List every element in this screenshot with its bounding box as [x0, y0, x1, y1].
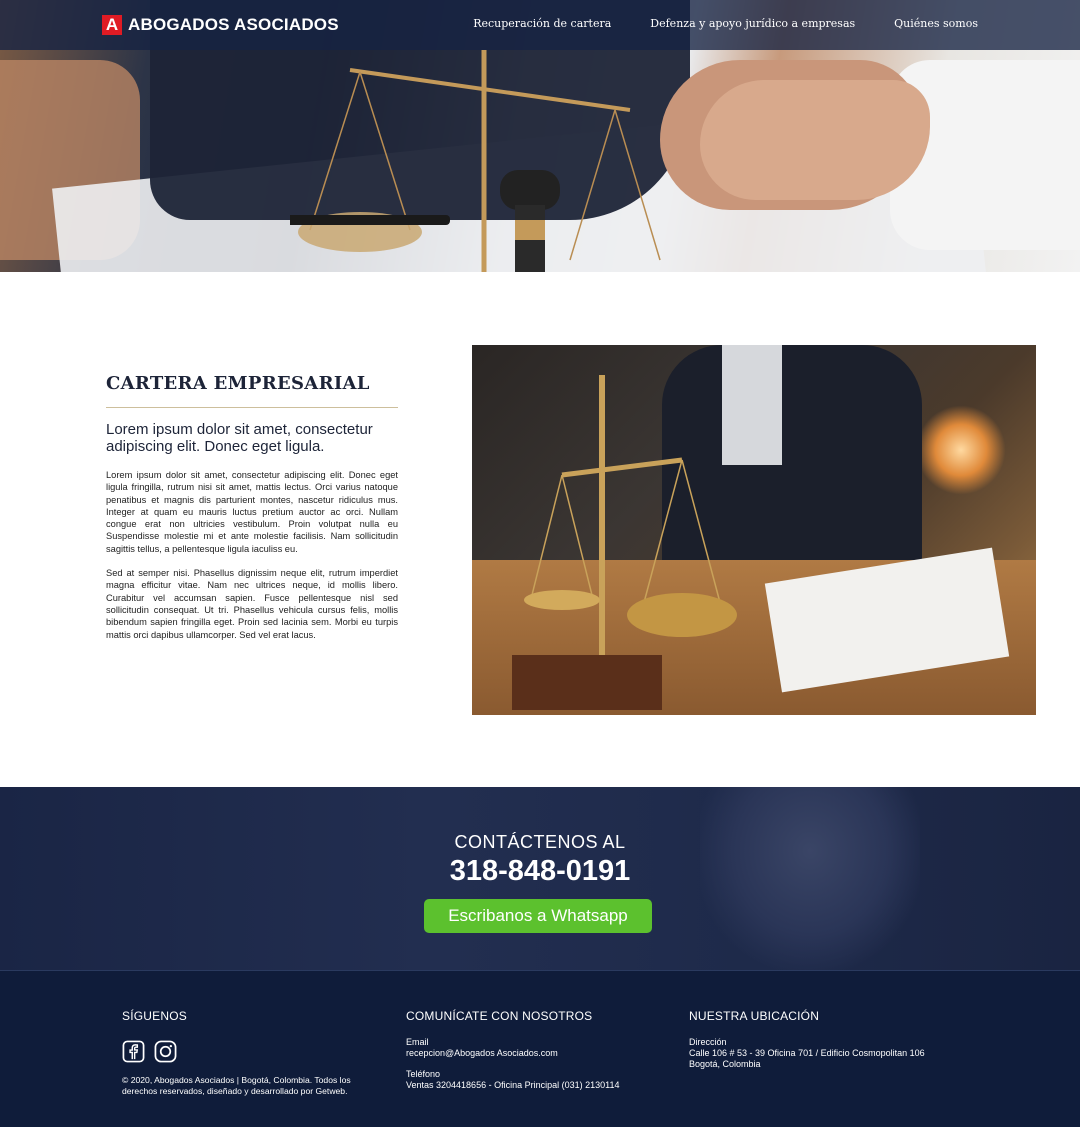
footer-contact-title: COMUNÍCATE CON NOSOTROS [406, 1009, 593, 1023]
main-text-section: CARTERA EMPRESARIAL Lorem ipsum dolor si… [106, 373, 398, 641]
hero-hand-decor [700, 80, 930, 200]
lawyer-writing-image [472, 345, 1036, 715]
facebook-icon[interactable] [122, 1040, 145, 1063]
contact-banner: CONTÁCTENOS AL 318-848-0191 Escribanos a… [0, 787, 1080, 970]
copyright-text: © 2020, Abogados Asociados | Bogotá, Col… [122, 1075, 351, 1096]
instagram-icon[interactable] [154, 1040, 177, 1063]
footer: SÍGUENOS © 2020, Abogados Asociados | Bo… [0, 970, 1080, 1127]
body-paragraph: Lorem ipsum dolor sit amet, consectetur … [106, 470, 398, 554]
footer-location-column: NUESTRA UBICACIÓN Dirección Calle 106 # … [689, 1009, 925, 1070]
main-nav: Recuperación de cartera Defenza y apoyo … [473, 17, 978, 30]
title-divider [106, 407, 398, 408]
footer-follow-title: SÍGUENOS [122, 1009, 187, 1023]
lead-text: Lorem ipsum dolor sit amet, consectetur … [106, 421, 373, 455]
nav-quienes-somos[interactable]: Quiénes somos [894, 17, 978, 30]
address-line: Calle 106 # 53 - 39 Oficina 701 / Edific… [689, 1048, 925, 1058]
logo-text: ABOGADOS ASOCIADOS [128, 15, 339, 34]
contact-phone[interactable]: 318-848-0191 [0, 855, 1080, 888]
scales-of-justice-image [290, 50, 661, 272]
address-label: Dirección [689, 1037, 727, 1047]
hero-banner: A ABOGADOS ASOCIADOS Recuperación de car… [0, 0, 1080, 272]
phone-value[interactable]: Ventas 3204418656 - Oficina Principal (0… [406, 1080, 619, 1091]
contact-title: CONTÁCTENOS AL [454, 832, 626, 852]
email-value[interactable]: recepcion@Abogados Asociados.com [406, 1048, 619, 1059]
footer-location-title: NUESTRA UBICACIÓN [689, 1009, 820, 1023]
top-navigation-bar: A ABOGADOS ASOCIADOS Recuperación de car… [0, 0, 1080, 50]
footer-contact-column: COMUNÍCATE CON NOSOTROS Email recepcion@… [406, 1009, 619, 1091]
photo-lamp-decor [916, 405, 1006, 495]
whatsapp-button[interactable]: Escribanos a Whatsapp [424, 899, 652, 933]
body-paragraph: Sed at semper nisi. Phasellus dignissim … [106, 568, 398, 640]
photo-scales-decor [512, 375, 737, 710]
logo[interactable]: A ABOGADOS ASOCIADOS [102, 15, 339, 35]
address-city: Bogotá, Colombia [689, 1059, 761, 1069]
footer-follow-column: SÍGUENOS © 2020, Abogados Asociados | Bo… [122, 1009, 372, 1097]
social-icons [122, 1040, 372, 1063]
nav-defenza-apoyo-juridico[interactable]: Defenza y apoyo jurídico a empresas [650, 17, 855, 30]
section-title: CARTERA EMPRESARIAL [106, 373, 370, 394]
logo-mark-icon: A [102, 15, 122, 35]
phone-label: Teléfono [406, 1069, 441, 1079]
nav-recuperacion-de-cartera[interactable]: Recuperación de cartera [473, 17, 611, 30]
email-label: Email [406, 1037, 429, 1047]
